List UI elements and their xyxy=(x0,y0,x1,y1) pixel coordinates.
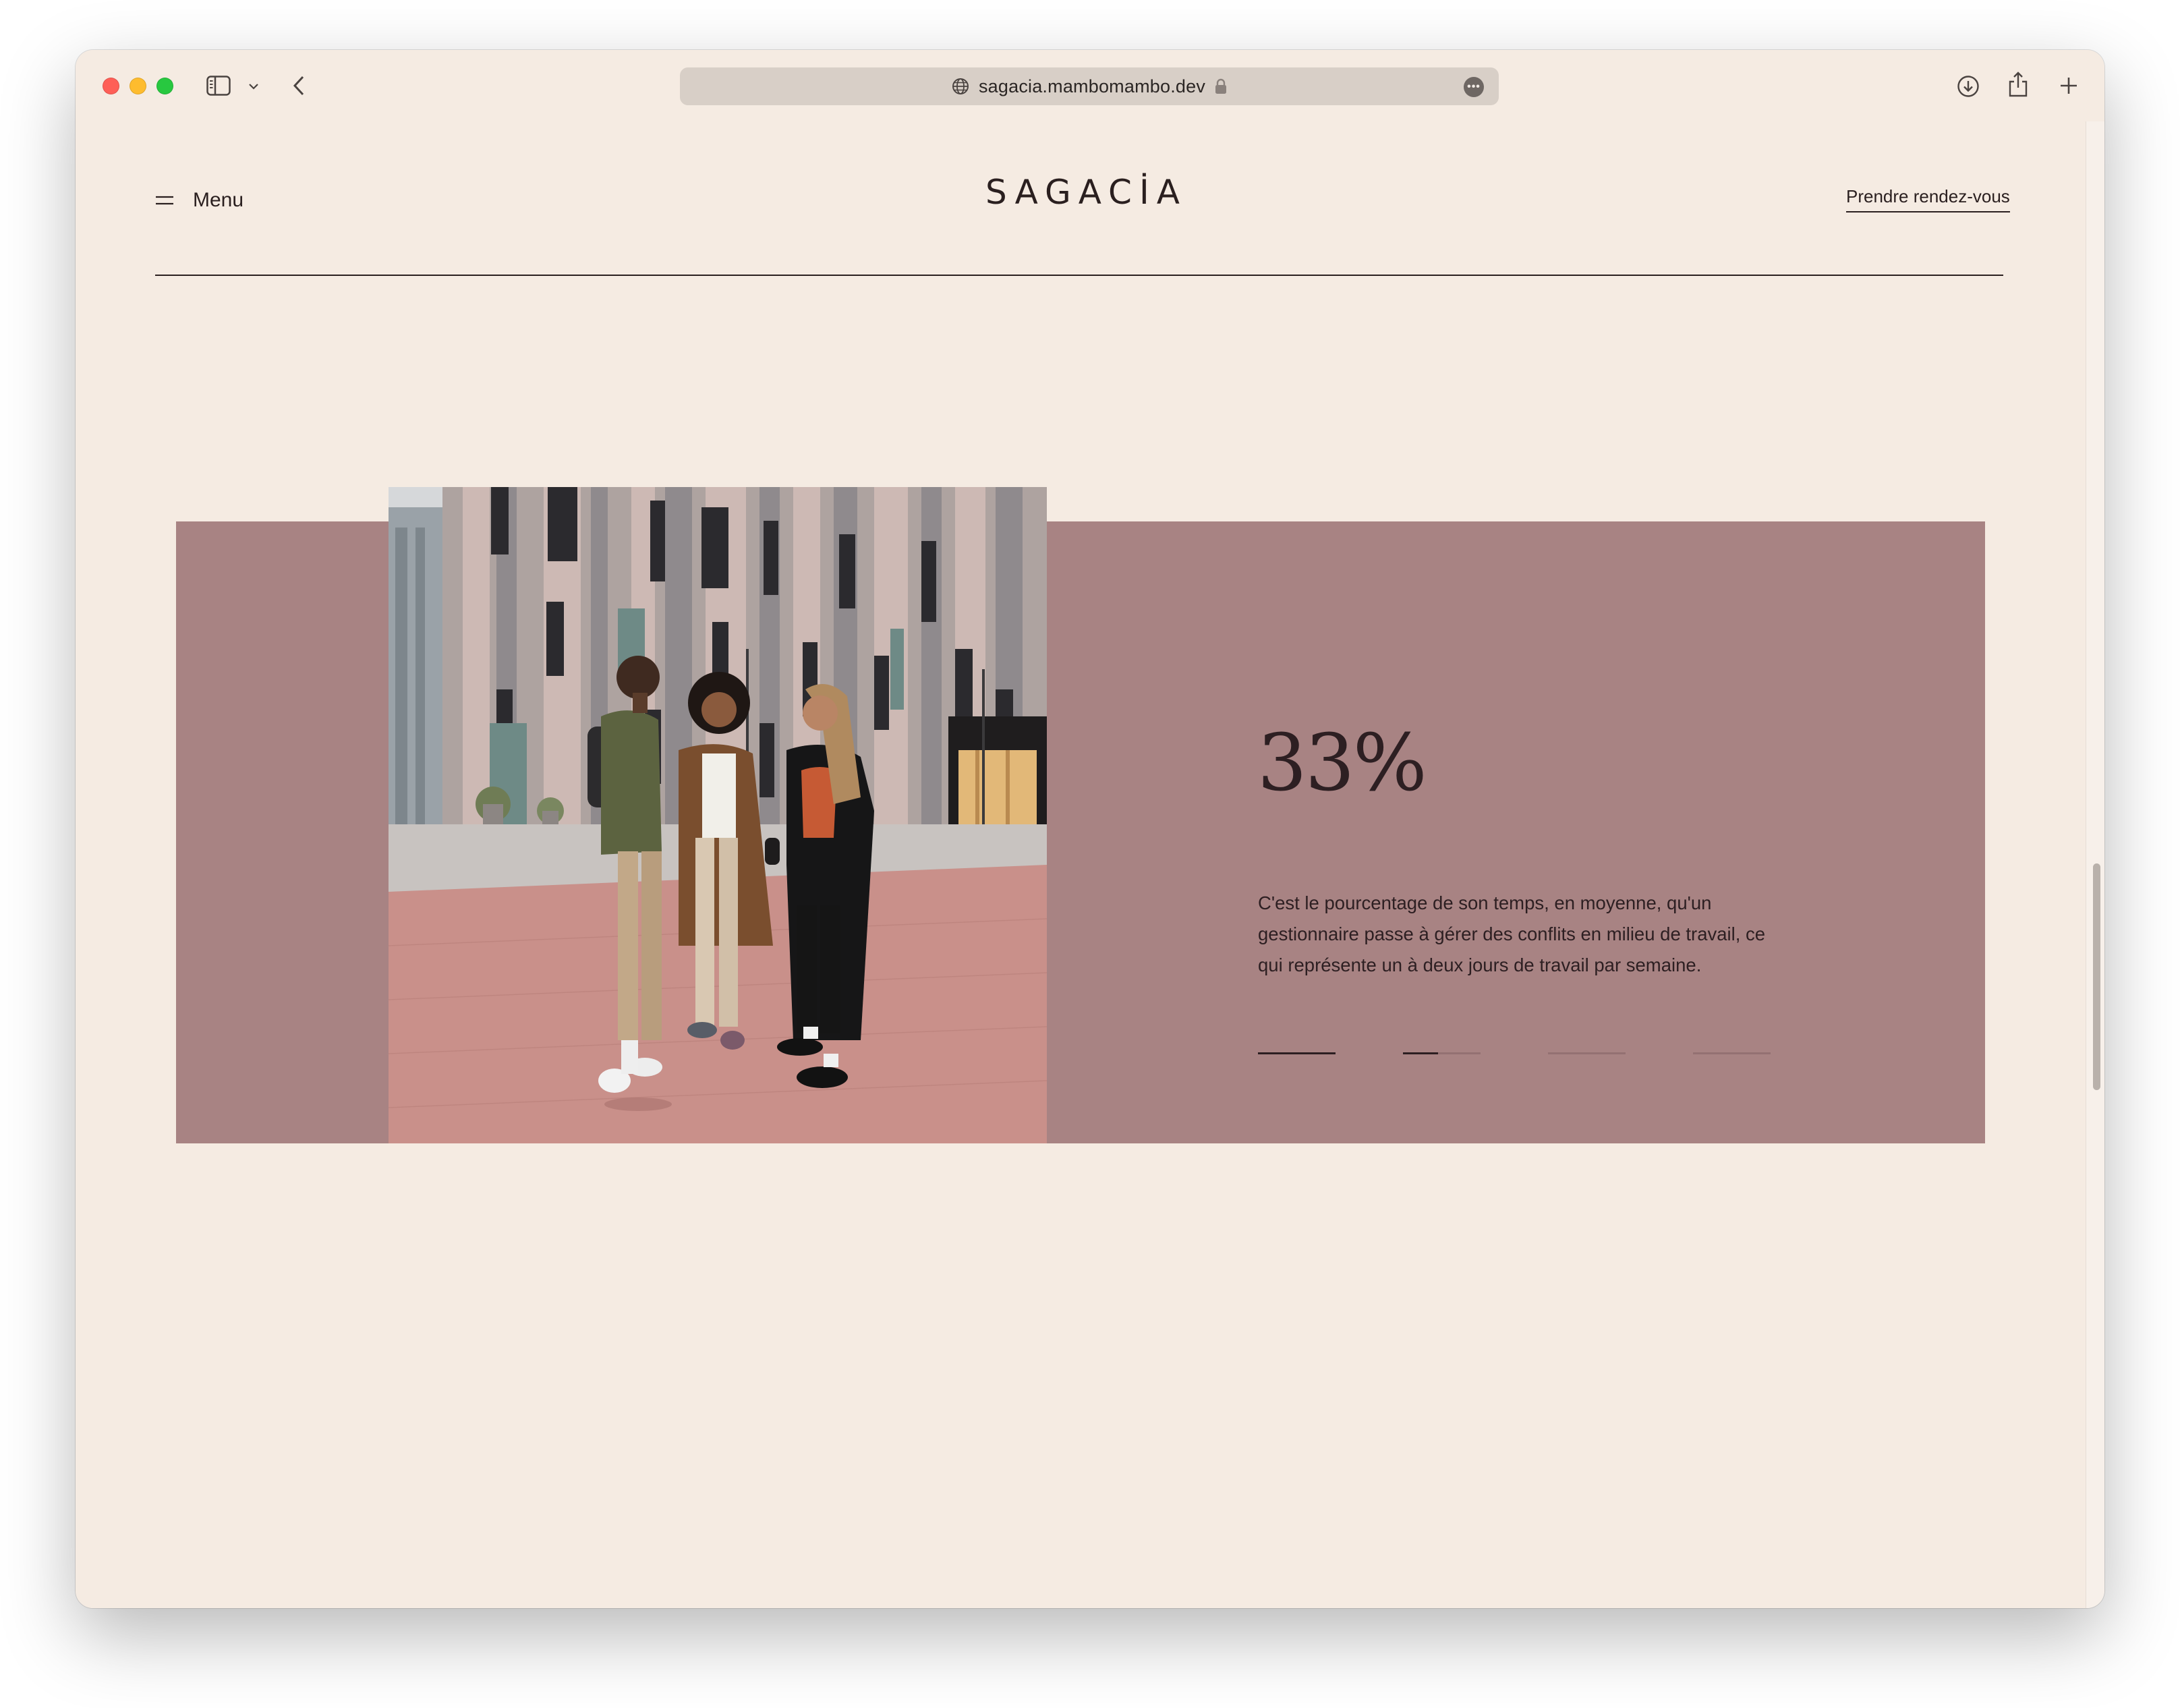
back-chevron-icon[interactable] xyxy=(289,73,309,98)
slide-indicator-4[interactable] xyxy=(1693,1052,1771,1054)
slide-indicator-progress xyxy=(1403,1052,1438,1054)
hamburger-icon xyxy=(155,195,174,206)
book-appointment-link[interactable]: Prendre rendez-vous xyxy=(1846,186,2010,212)
ellipsis-icon[interactable]: ••• xyxy=(1464,77,1484,97)
page-scrollbar[interactable] xyxy=(2086,121,2104,1608)
stat-description: C'est le pourcentage de son temps, en mo… xyxy=(1258,892,1766,975)
sagacia-logo[interactable]: SAGACİA xyxy=(985,173,1181,212)
url-text: sagacia.mambomambo.dev xyxy=(978,76,1206,96)
lock-icon xyxy=(1215,78,1227,94)
menu-label: Menu xyxy=(193,189,244,211)
stat-value: 33% xyxy=(1257,718,1427,809)
share-icon[interactable] xyxy=(2006,70,2030,98)
maximize-window-button[interactable] xyxy=(156,78,173,94)
people-talking-photo xyxy=(389,487,1047,1143)
close-window-button[interactable] xyxy=(103,78,119,94)
plus-icon[interactable] xyxy=(2057,74,2080,97)
menu-button[interactable]: Menu xyxy=(155,189,243,212)
browser-titlebar: sagacia.mambomambo.dev ••• xyxy=(76,50,2104,121)
header-divider xyxy=(155,275,2003,276)
slide-indicator-2[interactable] xyxy=(1403,1052,1481,1054)
slide-indicators xyxy=(1258,1052,1771,1054)
sidebar-icon[interactable] xyxy=(205,74,232,97)
scrollbar-thumb[interactable] xyxy=(2093,863,2100,1090)
minimize-window-button[interactable] xyxy=(130,78,146,94)
globe-icon xyxy=(952,78,969,95)
address-bar[interactable]: sagacia.mambomambo.dev ••• xyxy=(680,67,1499,105)
slide-indicator-3[interactable] xyxy=(1548,1052,1626,1054)
slide-indicator-1[interactable] xyxy=(1258,1052,1336,1054)
chevron-down-icon[interactable] xyxy=(247,80,260,93)
browser-window: sagacia.mambomambo.dev ••• Menu SAGACİA … xyxy=(76,50,2104,1608)
download-icon[interactable] xyxy=(1956,74,1980,98)
slide-indicator-progress xyxy=(1258,1052,1336,1054)
